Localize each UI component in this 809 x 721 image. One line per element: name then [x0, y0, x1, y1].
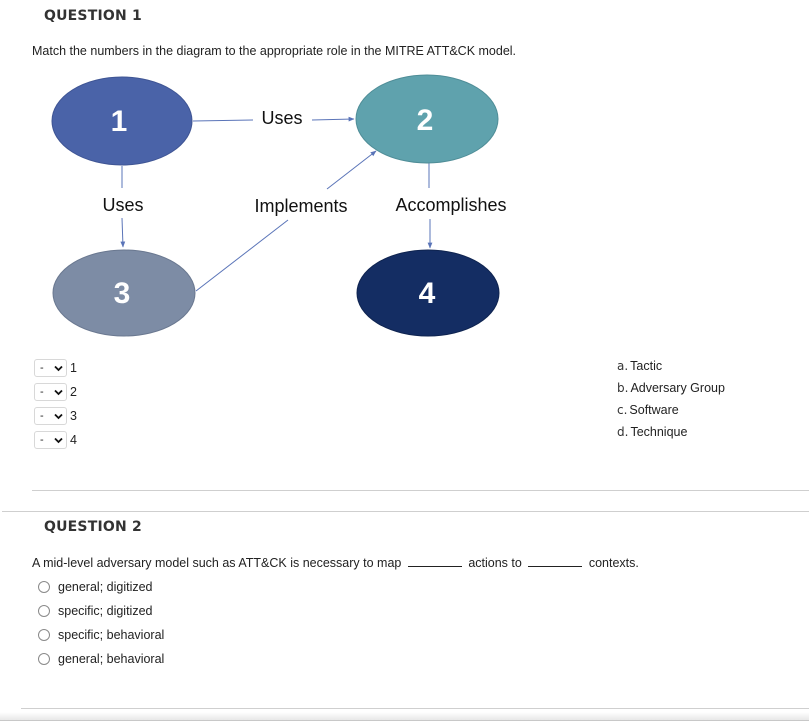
option-label: general; digitized: [58, 580, 153, 594]
answer-choice-a: a. Tactic: [617, 359, 662, 373]
radio-button[interactable]: [38, 605, 50, 617]
answer-text: Technique: [630, 425, 688, 439]
diagram-node-2: 2: [355, 74, 499, 164]
match-select-1[interactable]: -: [34, 359, 67, 377]
prompt-part-2: actions to: [468, 556, 522, 570]
answer-text: Adversary Group: [630, 381, 725, 395]
edge-2-to-4: Accomplishes: [395, 163, 507, 249]
edge-arrow: [326, 150, 377, 190]
chevron-down-icon: [54, 413, 63, 419]
option-label: general; behavioral: [58, 652, 165, 666]
match-select-3[interactable]: -: [34, 407, 67, 425]
option-specific-behavioral[interactable]: specific; behavioral: [38, 626, 164, 644]
radio-button[interactable]: [38, 653, 50, 665]
question-2-divider: [21, 708, 809, 709]
edge-label-implements: Implements: [254, 196, 347, 216]
match-row: - 3: [34, 406, 77, 426]
question-2-title: QUESTION 2: [44, 519, 142, 535]
question-1-divider: [32, 490, 809, 491]
select-value: -: [40, 434, 44, 446]
answer-letter: b.: [617, 381, 629, 395]
node-label-4: 4: [419, 277, 436, 310]
chevron-down-icon: [54, 437, 63, 443]
option-specific-digitized[interactable]: specific; digitized: [38, 602, 153, 620]
answer-text: Software: [629, 403, 679, 417]
select-value: -: [40, 410, 44, 422]
diagram-node-1: 1: [51, 76, 193, 166]
prompt-part-1: A mid-level adversary model such as ATT&…: [32, 556, 402, 570]
select-value: -: [40, 386, 44, 398]
edge-label-uses-left: Uses: [102, 195, 143, 215]
prompt-part-3: contexts.: [588, 556, 639, 570]
edge-1-to-2: Uses: [192, 108, 355, 128]
edge-line: [192, 119, 254, 122]
option-general-behavioral[interactable]: general; behavioral: [38, 650, 164, 668]
edge-label-uses-top: Uses: [261, 108, 302, 128]
edge-3-to-2: Implements: [195, 150, 377, 292]
match-row: - 1: [34, 358, 77, 378]
answer-text: Tactic: [630, 359, 663, 373]
edge-arrow: [120, 217, 126, 248]
diagram-node-3: 3: [52, 249, 196, 337]
radio-button[interactable]: [38, 581, 50, 593]
match-row: - 4: [34, 430, 77, 450]
edge-arrow: [311, 116, 355, 122]
select-value: -: [40, 362, 44, 374]
option-label: specific; behavioral: [58, 628, 165, 642]
answer-letter: d.: [617, 425, 629, 439]
option-general-digitized[interactable]: general; digitized: [38, 578, 153, 596]
node-label-3: 3: [114, 277, 131, 310]
match-item-label: 4: [70, 433, 77, 447]
answer-choice-d: d. Technique: [617, 425, 687, 439]
question-separator: [2, 511, 809, 512]
match-row: - 2: [34, 382, 77, 402]
question-2-prompt: A mid-level adversary model such as ATT&…: [32, 556, 639, 570]
match-select-2[interactable]: -: [34, 383, 67, 401]
match-item-label: 3: [70, 409, 77, 423]
fill-blank-1: [407, 556, 462, 567]
chevron-down-icon: [54, 365, 63, 371]
edge-line: [195, 219, 289, 292]
page-bottom-edge: [0, 712, 809, 721]
match-select-4[interactable]: -: [34, 431, 67, 449]
node-label-2: 2: [417, 104, 434, 137]
option-label: specific; digitized: [58, 604, 153, 618]
answer-letter: a.: [617, 359, 629, 373]
diagram-node-4: 4: [356, 249, 500, 337]
edge-label-accomplishes: Accomplishes: [395, 195, 506, 215]
answer-letter: c.: [617, 403, 628, 417]
edge-1-to-3: Uses: [102, 166, 144, 248]
node-label-1: 1: [111, 105, 128, 138]
radio-button[interactable]: [38, 629, 50, 641]
answer-choice-c: c. Software: [617, 403, 679, 417]
answer-choice-b: b. Adversary Group: [617, 381, 725, 395]
match-item-label: 2: [70, 385, 77, 399]
match-item-label: 1: [70, 361, 77, 375]
attack-diagram: Uses Uses Implements Accomplishes 1 2 3 …: [51, 74, 507, 337]
fill-blank-2: [528, 556, 583, 567]
chevron-down-icon: [54, 389, 63, 395]
